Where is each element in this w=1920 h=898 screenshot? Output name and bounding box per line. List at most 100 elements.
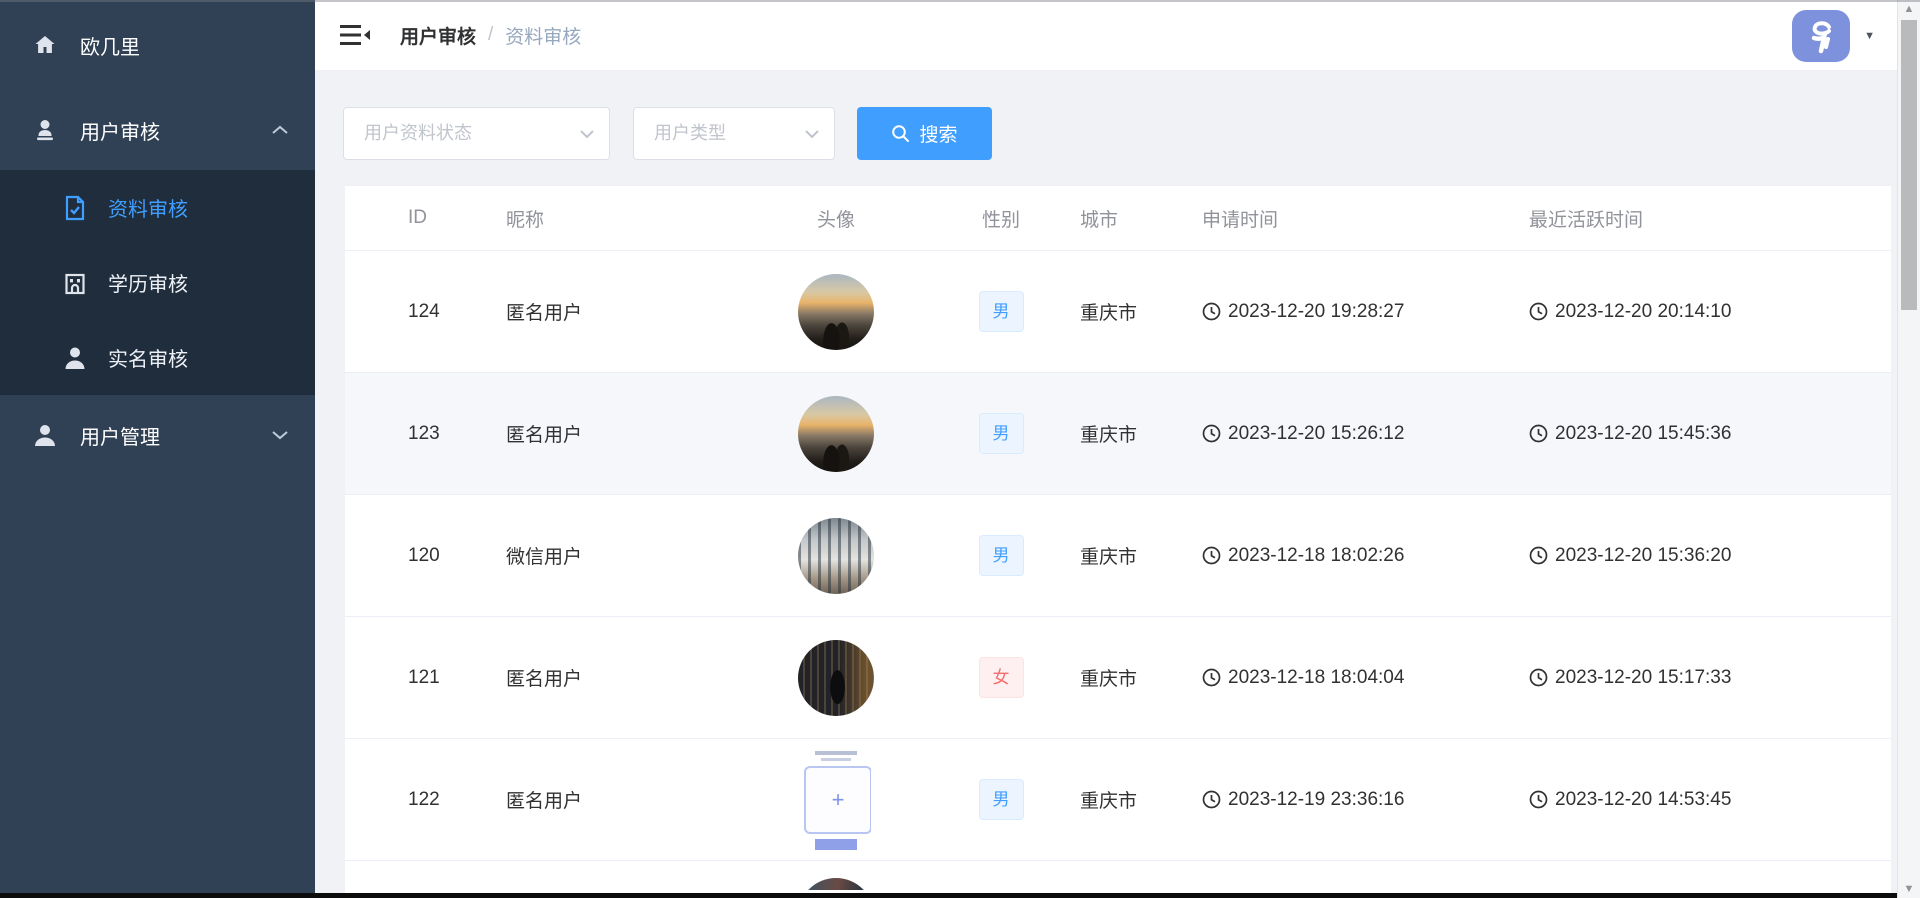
user-avatar[interactable] [1792,10,1850,62]
sidebar-item-home[interactable]: 欧几里 [0,0,315,90]
clock-icon [1529,546,1548,565]
avatar-image[interactable] [798,640,874,716]
table-header-row: ID 昵称 头像 性别 城市 申请时间 最近活跃时间 [345,186,1891,251]
cell-id: 123 [408,423,506,445]
column-header-nickname: 昵称 [506,205,726,232]
table-row[interactable]: 121 匿名用户 女 重庆市 2023-12-18 18:04:04 2023-… [345,617,1891,739]
scrollbar-thumb[interactable] [1901,20,1917,310]
gender-badge: 男 [979,291,1024,332]
clock-icon [1529,668,1548,687]
chevron-down-icon [579,129,595,139]
building-icon [62,270,88,296]
active-time-cell: 2023-12-20 14:53:45 [1529,789,1889,811]
sidebar: 欧几里 用户审核 资料审核 学历审核 实名审核 [0,0,315,893]
avatar-image[interactable] [801,746,871,854]
gender-badge: 男 [979,779,1024,820]
apply-time-cell: 2023-12-20 19:28:27 [1202,301,1516,323]
cell-nickname: 匿名用户 [506,298,726,325]
chevron-down-icon [804,129,820,139]
sidebar-item-education-audit[interactable]: 学历审核 [0,245,315,320]
scrollbar-down-arrow[interactable]: ▼ [1898,883,1920,895]
active-time-cell: 2023-12-20 20:14:10 [1529,301,1889,323]
clock-icon [1202,546,1221,565]
cell-id: 121 [408,667,506,689]
profile-status-select[interactable] [343,107,610,160]
vertical-scrollbar[interactable]: ▲ ▼ [1897,0,1920,898]
gender-badge: 男 [979,535,1024,576]
main-content: 搜索 ID 昵称 头像 性别 城市 申请时间 最近活跃时间 124 匿名用户 男… [315,70,1897,893]
cell-city: 重庆市 [1056,786,1186,813]
gender-badge: 女 [979,657,1024,698]
user-type-select[interactable] [633,107,835,160]
column-header-id: ID [408,207,506,229]
column-header-city: 城市 [1056,205,1186,232]
apply-time-cell: 2023-12-18 18:04:04 [1202,667,1516,689]
column-header-avatar: 头像 [726,205,946,232]
clock-icon [1529,302,1548,321]
sidebar-item-label: 实名审核 [108,343,188,372]
cell-city: 重庆市 [1056,542,1186,569]
table-row[interactable]: 122 匿名用户 男 重庆市 2023-12-19 23:36:16 2023-… [345,739,1891,861]
avatar-image[interactable] [798,274,874,350]
avatar-dropdown-caret[interactable]: ▼ [1864,30,1875,42]
avatar-image[interactable] [798,878,874,890]
table-body: 124 匿名用户 男 重庆市 2023-12-20 19:28:27 2023-… [345,251,1891,861]
column-header-active-time: 最近活跃时间 [1516,205,1889,232]
sidebar-group-label: 用户管理 [80,421,160,450]
active-time-cell: 2023-12-20 15:36:20 [1529,545,1889,567]
clock-icon [1202,424,1221,443]
clock-icon [1202,668,1221,687]
cell-id: 120 [408,545,506,567]
apply-time-value: 2023-12-18 18:02:26 [1228,545,1404,567]
apply-time-cell: 2023-12-19 23:36:16 [1202,789,1516,811]
apply-time-value: 2023-12-20 19:28:27 [1228,301,1404,323]
cell-city: 重庆市 [1056,298,1186,325]
cell-id: 124 [408,301,506,323]
active-time-cell: 2023-12-20 15:17:33 [1529,667,1889,689]
avatar-image[interactable] [798,396,874,472]
clock-icon [1529,790,1548,809]
cell-id: 122 [408,789,506,811]
column-header-gender: 性别 [946,205,1056,232]
active-time-value: 2023-12-20 14:53:45 [1555,789,1731,811]
window-top-edge [0,0,1920,2]
table-row-partial [345,861,1891,890]
scrollbar-up-arrow[interactable]: ▲ [1898,3,1920,15]
active-time-value: 2023-12-20 15:17:33 [1555,667,1731,689]
search-button[interactable]: 搜索 [857,107,992,160]
audit-table: ID 昵称 头像 性别 城市 申请时间 最近活跃时间 124 匿名用户 男 重庆… [345,186,1891,893]
cell-city: 重庆市 [1056,420,1186,447]
column-header-apply-time: 申请时间 [1186,205,1516,232]
clock-icon [1202,302,1221,321]
apply-time-cell: 2023-12-20 15:26:12 [1202,423,1516,445]
sidebar-group-user-audit[interactable]: 用户审核 [0,90,315,170]
sidebar-submenu-user-audit: 资料审核 学历审核 实名审核 [0,170,315,395]
profile-status-input[interactable] [344,108,609,159]
app-title: 欧几里 [80,31,140,60]
sidebar-item-realname-audit[interactable]: 实名审核 [0,320,315,395]
avatar-image[interactable] [798,518,874,594]
breadcrumb-parent[interactable]: 用户审核 [400,22,476,49]
sidebar-item-profile-audit[interactable]: 资料审核 [0,170,315,245]
table-row[interactable]: 123 匿名用户 男 重庆市 2023-12-20 15:26:12 2023-… [345,373,1891,495]
window-bottom-edge [0,893,1897,898]
sidebar-group-user-management[interactable]: 用户管理 [0,395,315,475]
breadcrumb-separator: / [488,24,493,46]
table-row[interactable]: 120 微信用户 男 重庆市 2023-12-18 18:02:26 2023-… [345,495,1891,617]
sidebar-collapse-icon[interactable] [340,22,370,48]
gender-badge: 男 [979,413,1024,454]
table-row[interactable]: 124 匿名用户 男 重庆市 2023-12-20 19:28:27 2023-… [345,251,1891,373]
cell-nickname: 匿名用户 [506,420,726,447]
sidebar-item-label: 学历审核 [108,268,188,297]
cell-nickname: 匿名用户 [506,786,726,813]
cell-city: 重庆市 [1056,664,1186,691]
cell-nickname: 微信用户 [506,542,726,569]
person-icon [62,345,88,371]
apply-time-cell: 2023-12-18 18:02:26 [1202,545,1516,567]
breadcrumb: 用户审核 / 资料审核 [400,0,581,70]
chevron-up-icon [271,125,289,136]
user-icon [32,422,58,448]
clock-icon [1202,790,1221,809]
top-navbar: 用户审核 / 资料审核 ▼ [315,0,1897,70]
active-time-value: 2023-12-20 15:45:36 [1555,423,1731,445]
